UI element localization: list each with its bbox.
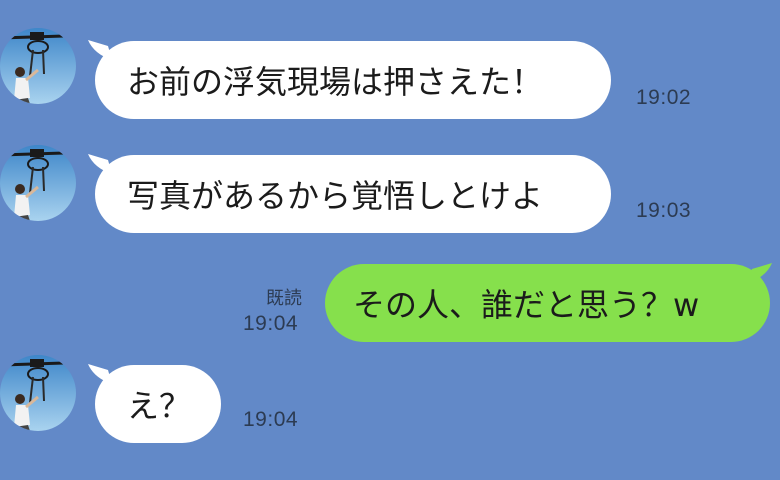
message-text: え？ (127, 387, 192, 425)
message-text: お前の浮気現場は押さえた！ (127, 63, 544, 101)
message-time: 19:02 (636, 86, 692, 109)
message-bubble-incoming[interactable]: お前の浮気現場は押さえた！ (95, 41, 611, 119)
message-time: 19:04 (243, 408, 299, 431)
read-receipt: 既読 (266, 288, 302, 309)
message-time: 19:04 (243, 312, 299, 335)
avatar[interactable] (0, 145, 76, 221)
message-text: その人、誰だと思う？w (353, 286, 700, 324)
chat-window: お前の浮気現場は押さえた！ 19:02 写真があるから覚悟しとけよ 19:03 … (0, 0, 780, 480)
message-bubble-incoming[interactable]: え？ (95, 365, 221, 443)
profile-avatar-icon (0, 145, 76, 221)
avatar[interactable] (0, 28, 76, 104)
message-bubble-incoming[interactable]: 写真があるから覚悟しとけよ (95, 155, 611, 233)
avatar[interactable] (0, 355, 76, 431)
message-bubble-outgoing[interactable]: その人、誰だと思う？w (325, 264, 770, 342)
message-text: 写真があるから覚悟しとけよ (127, 177, 544, 215)
profile-avatar-icon (0, 28, 76, 104)
profile-avatar-icon (0, 355, 76, 431)
message-time: 19:03 (636, 199, 692, 222)
